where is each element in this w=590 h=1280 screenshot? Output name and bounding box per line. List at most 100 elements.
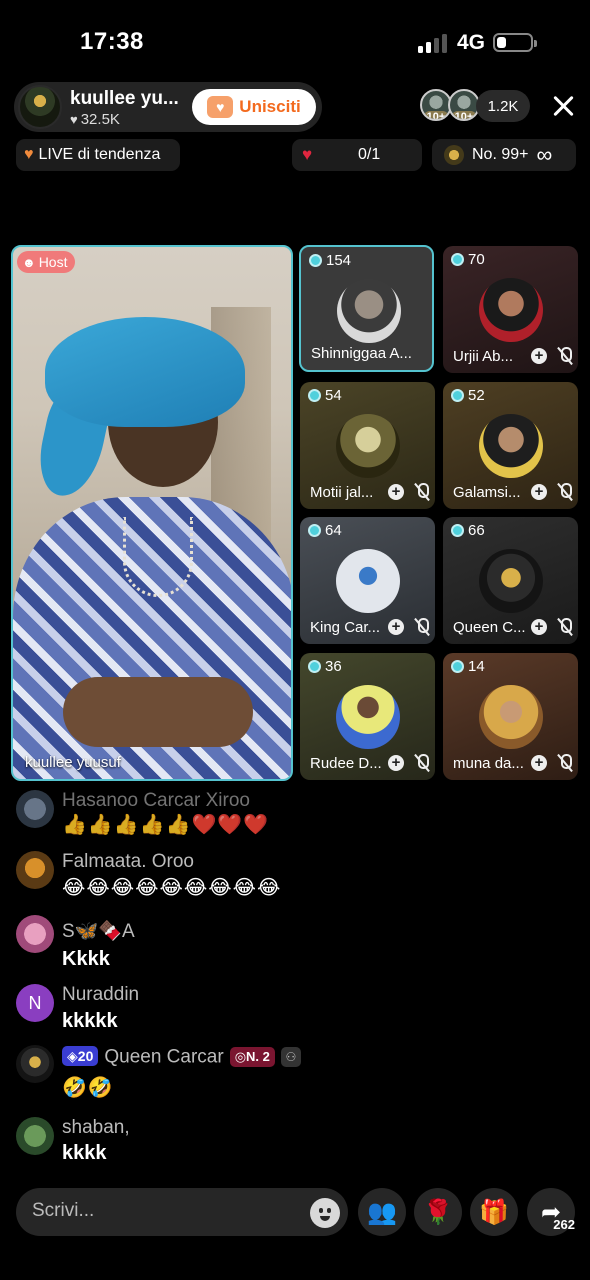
goal-value: 0/1 (358, 146, 381, 163)
add-guest-icon[interactable]: + (531, 484, 547, 500)
mic-muted-icon[interactable] (557, 754, 573, 772)
close-icon[interactable] (548, 91, 578, 121)
score-icon (451, 253, 464, 266)
chat-avatar[interactable]: N (16, 984, 54, 1022)
add-guest-icon[interactable]: + (388, 484, 404, 500)
host-video[interactable]: ☻ Host kuullee yuusuf (11, 245, 293, 781)
rank-badge: ◎ N. 2 (229, 1046, 275, 1067)
guest-name: King Car... (310, 619, 381, 636)
score-icon (308, 524, 321, 537)
mic-muted-icon[interactable] (414, 618, 430, 636)
guest-avatar (479, 685, 543, 749)
guest-avatar (336, 414, 400, 478)
chat-username[interactable]: Nuraddin (62, 984, 139, 1006)
chat-avatar[interactable] (16, 915, 54, 953)
score-icon (451, 524, 464, 537)
chat-username-row[interactable]: ◈ 20 Queen Carcar ◎ N. 2 ⚇ (62, 1046, 301, 1069)
gift-icon: 🎁 (479, 1198, 509, 1226)
chat-username[interactable]: shaban, (62, 1117, 130, 1139)
chat-text: 👍👍👍👍👍❤️❤️❤️ (62, 814, 270, 836)
chat-username[interactable]: S🦋🍫A (62, 919, 135, 943)
rank-label: No. 99+ (472, 146, 529, 163)
guest-name: Queen C... (453, 619, 526, 636)
guest-name: Galamsi... (453, 484, 521, 501)
viewer-count[interactable]: 1.2K (476, 90, 530, 122)
score-icon (308, 389, 321, 402)
chat-text: 😂😂😂😂😂😂😂😂😂 (62, 877, 282, 899)
score-icon (309, 254, 322, 267)
guest-tile[interactable]: 70 Urjii Ab... + (443, 246, 578, 373)
battery-icon (493, 33, 537, 52)
guest-tile[interactable]: 66 Queen C... + (443, 517, 578, 644)
host-video-name: kuullee yuusuf (25, 754, 121, 771)
signal-icon (418, 33, 448, 53)
join-button[interactable]: ♥ Unisciti (192, 89, 316, 125)
people-icon: 👥 (367, 1198, 397, 1226)
infinity-icon: ∞ (536, 142, 553, 167)
guest-name: Urjii Ab... (453, 348, 514, 365)
host-info[interactable]: kuullee yu... ♥ 32.5K ♥ Unisciti (14, 82, 322, 132)
mic-muted-icon[interactable] (557, 483, 573, 501)
guest-tile[interactable]: 54 Motii jal... + (300, 382, 435, 509)
chat-username[interactable]: Falmaata. Oroo (62, 851, 194, 873)
guest-name: Rudee D... (310, 755, 382, 772)
guest-name: Shinniggaa A... (311, 345, 412, 362)
host-likes-count: 32.5K (80, 111, 120, 128)
chat-avatar[interactable] (16, 1045, 54, 1083)
guest-tile[interactable]: 52 Galamsi... + (443, 382, 578, 509)
mic-muted-icon[interactable] (414, 754, 430, 772)
trending-chip[interactable]: ♥ LIVE di tendenza (16, 139, 180, 171)
chat-text: 🤣🤣 (62, 1077, 114, 1099)
host-avatar[interactable] (18, 85, 62, 129)
score-icon (308, 660, 321, 673)
guest-score: 52 (451, 387, 485, 404)
add-guest-icon[interactable]: + (531, 755, 547, 771)
mic-muted-icon[interactable] (557, 618, 573, 636)
host-name: kuullee yu... (70, 88, 179, 109)
chat-avatar[interactable] (16, 1117, 54, 1155)
mic-muted-icon[interactable] (557, 347, 573, 365)
guest-avatar (337, 279, 401, 343)
rose-icon: 🌹 (423, 1198, 453, 1226)
rank-chip[interactable]: No. 99+ ∞ (432, 139, 576, 171)
gift-button[interactable]: 🎁 (470, 1188, 518, 1236)
guest-score: 36 (308, 658, 342, 675)
guest-score: 70 (451, 251, 485, 268)
fan-icon: ⚇ (280, 1046, 301, 1067)
guest-score: 154 (309, 252, 351, 269)
rose-button[interactable]: 🌹 (414, 1188, 462, 1236)
trending-heart-icon: ♥ (24, 146, 34, 163)
trending-label: LIVE di tendenza (38, 146, 161, 163)
share-button[interactable]: ➦ 262 (527, 1188, 575, 1236)
join-heart-icon: ♥ (207, 96, 234, 118)
chat-text: kkkkk (62, 1010, 118, 1032)
guest-tile[interactable]: 36 Rudee D... + (300, 653, 435, 780)
guest-tile[interactable]: 154 Shinniggaa A... (299, 245, 434, 372)
chat-avatar[interactable] (16, 790, 54, 828)
guest-score: 64 (308, 522, 342, 539)
host-likes: ♥ 32.5K (70, 111, 120, 128)
score-icon (451, 389, 464, 402)
guest-tile[interactable]: 14 muna da... + (443, 653, 578, 780)
comment-input[interactable]: Scrivi... (16, 1188, 348, 1236)
add-guest-icon[interactable]: + (531, 348, 547, 364)
mic-muted-icon[interactable] (414, 483, 430, 501)
status-time: 17:38 (80, 28, 144, 55)
add-guest-icon[interactable]: + (388, 619, 404, 635)
chat-username[interactable]: Queen Carcar (104, 1047, 223, 1068)
heart-icon: ♥ (70, 112, 78, 127)
guest-avatar (479, 549, 543, 613)
chat-username[interactable]: Hasanoo Carcar Xiroo (62, 790, 250, 812)
goal-chip[interactable]: ♥ 0/1 (292, 139, 422, 171)
guest-name: muna da... (453, 755, 524, 772)
emoji-icon[interactable] (310, 1198, 340, 1228)
chat-avatar[interactable] (16, 851, 54, 889)
add-guest-icon[interactable]: + (531, 619, 547, 635)
level-badge: ◈ 20 (62, 1046, 99, 1066)
rank-icon (444, 145, 464, 165)
guests-button[interactable]: 👥 (358, 1188, 406, 1236)
guest-tile[interactable]: 64 King Car... + (300, 517, 435, 644)
join-label: Unisciti (239, 97, 301, 116)
guest-avatar (479, 278, 543, 342)
add-guest-icon[interactable]: + (388, 755, 404, 771)
